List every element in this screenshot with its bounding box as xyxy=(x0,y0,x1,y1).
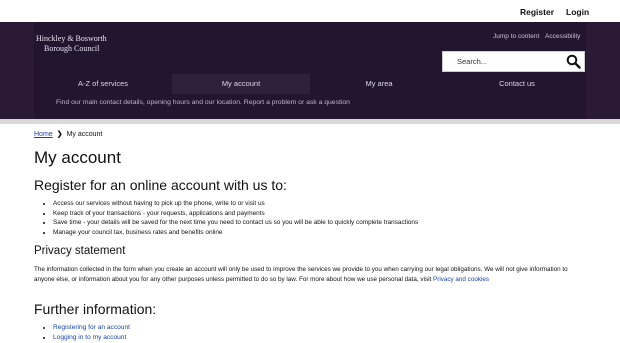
search-box xyxy=(442,51,585,72)
site-header: Hinckley & Bosworth Borough Council Jump… xyxy=(0,22,620,119)
privacy-heading: Privacy statement xyxy=(34,245,126,257)
header-inner: Hinckley & Bosworth Borough Council Jump… xyxy=(34,22,586,119)
chevron-right-icon: ❯ xyxy=(56,131,63,138)
breadcrumb: Home ❯ My account xyxy=(34,130,102,138)
list-item: Manage your council tax, business rates … xyxy=(53,228,418,238)
nav-my-account[interactable]: My account xyxy=(172,74,310,94)
list-item: Access our services without having to pi… xyxy=(53,199,418,209)
logo-line-1: Hinckley & Bosworth xyxy=(36,34,107,43)
page-title: My account xyxy=(34,148,121,167)
jump-to-content-link[interactable]: Jump to content xyxy=(493,33,539,40)
nav-contact-us[interactable]: Contact us xyxy=(448,74,586,94)
benefits-list: Access our services without having to pi… xyxy=(46,199,418,237)
header-divider xyxy=(0,119,620,124)
privacy-paragraph: The information collected in the form wh… xyxy=(34,265,582,285)
list-item: Save time - your details will be saved f… xyxy=(53,218,418,228)
further-information-heading: Further information: xyxy=(34,301,157,317)
list-item: Logging in to my account xyxy=(53,333,130,343)
main-navigation: A-Z of services My account My area Conta… xyxy=(34,74,586,94)
privacy-and-cookies-link[interactable]: Privacy and cookies xyxy=(433,276,489,283)
register-link[interactable]: Register xyxy=(520,7,554,17)
breadcrumb-home-link[interactable]: Home xyxy=(34,131,53,138)
register-heading: Register for an online account with us t… xyxy=(34,177,287,193)
top-utility-bar: Register Login xyxy=(0,0,620,22)
council-logo[interactable]: Hinckley & Bosworth Borough Council xyxy=(36,34,107,54)
list-item: Registering for an account xyxy=(53,323,130,333)
further-links-list: Registering for an account Logging in to… xyxy=(46,323,130,343)
nav-my-area[interactable]: My area xyxy=(310,74,448,94)
search-icon[interactable] xyxy=(566,54,581,69)
nav-a-z-of-services[interactable]: A-Z of services xyxy=(34,74,172,94)
logging-in-to-my-account-link[interactable]: Logging in to my account xyxy=(53,334,126,341)
accessibility-link[interactable]: Accessibility xyxy=(545,33,580,40)
list-item: Keep track of your transactions - your r… xyxy=(53,209,418,219)
breadcrumb-current: My account xyxy=(66,131,103,138)
search-input[interactable] xyxy=(443,52,563,71)
registering-for-an-account-link[interactable]: Registering for an account xyxy=(53,324,130,331)
login-link[interactable]: Login xyxy=(566,7,589,17)
logo-line-2: Borough Council xyxy=(44,44,100,53)
nav-description: Find our main contact details, opening h… xyxy=(56,99,350,106)
